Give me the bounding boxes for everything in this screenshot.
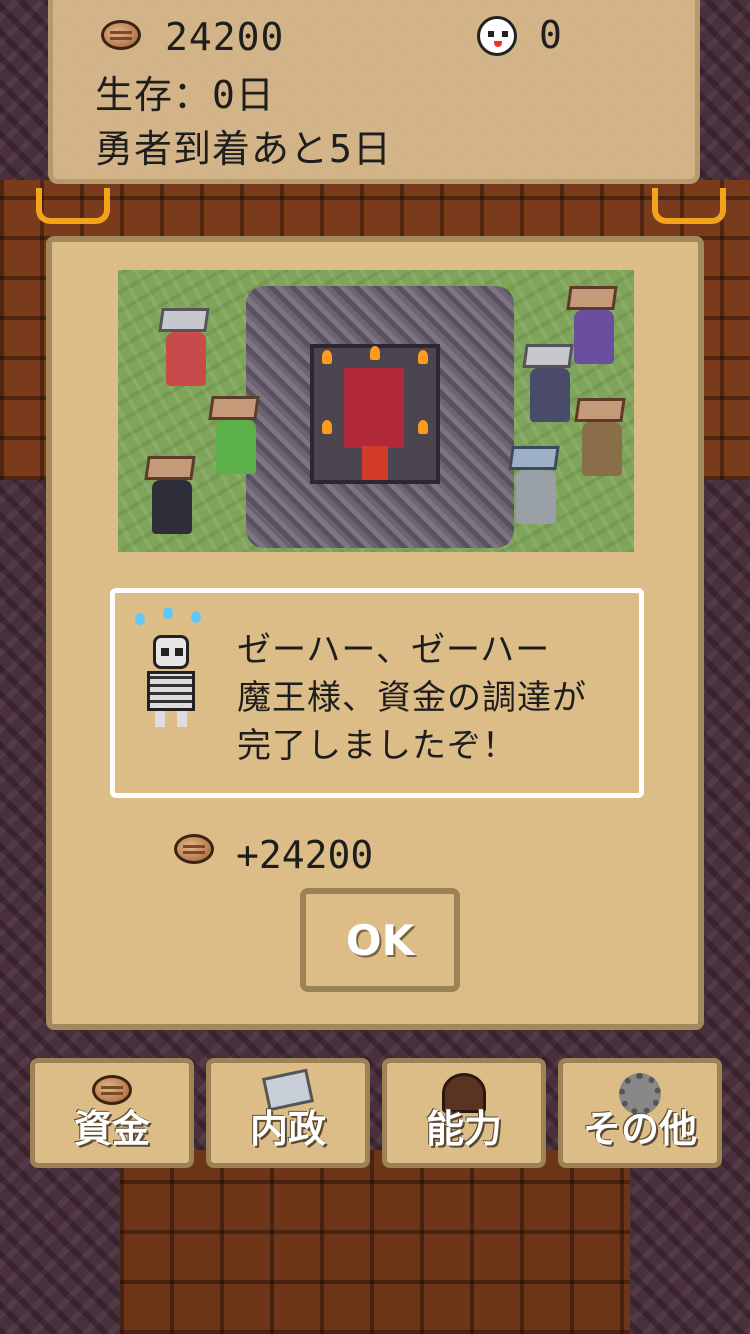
flame-icon	[418, 350, 428, 364]
skeleton-advisor-icon	[139, 635, 203, 727]
demon-castle	[310, 344, 440, 484]
menu-domestic-label: 内政	[249, 1107, 326, 1151]
slime-minion	[208, 396, 260, 474]
menu-other-button[interactable]: その他	[558, 1058, 722, 1168]
red-dragon-minion	[158, 308, 210, 386]
status-panel: 24200 0 生存：0日 勇者到着あと5日	[48, 0, 700, 184]
sweat-drop-icon	[135, 613, 145, 625]
reward-coin-icon	[174, 834, 214, 864]
wizard-minion	[566, 286, 618, 364]
menu-funds-button[interactable]: 資金	[30, 1058, 194, 1168]
money-value: 24200	[165, 15, 285, 59]
warrior-minion	[574, 398, 626, 476]
coin-icon	[101, 20, 141, 50]
menu-ability-label: 能力	[425, 1107, 502, 1151]
message-line-2: 魔王様、資金の調達が	[237, 678, 587, 718]
result-dialog: ゼーハー、ゼーハー 魔王様、資金の調達が 完了しましたぞ！ +24200 OK	[46, 236, 704, 1030]
menu-funds-label: 資金	[73, 1107, 150, 1151]
reward-amount: +24200	[236, 833, 374, 877]
crow-minion	[144, 456, 196, 534]
torch-right-icon	[652, 188, 726, 224]
survival-days: 生存：0日	[95, 73, 275, 117]
sweat-drop-icon	[191, 611, 201, 623]
flame-icon	[322, 350, 332, 364]
message-line-1: ゼーハー、ゼーハー	[237, 630, 551, 670]
hero-arrival-countdown: 勇者到着あと5日	[95, 127, 392, 171]
menu-ability-button[interactable]: 能力	[382, 1058, 546, 1168]
flame-icon	[370, 346, 380, 360]
menu-domestic-button[interactable]: 内政	[206, 1058, 370, 1168]
knight-minion	[508, 446, 560, 524]
message-line-3: 完了しましたぞ！	[237, 726, 517, 766]
carpet	[120, 1150, 630, 1334]
torch-left-icon	[36, 188, 110, 224]
souls-value: 0	[539, 13, 563, 57]
sweat-drop-icon	[163, 607, 173, 619]
menu-other-label: その他	[582, 1107, 697, 1151]
soul-icon	[477, 16, 517, 56]
ok-button[interactable]: OK	[300, 888, 460, 992]
flame-icon	[418, 420, 428, 434]
castle-scene-image	[118, 270, 634, 552]
flame-icon	[322, 420, 332, 434]
message-box: ゼーハー、ゼーハー 魔王様、資金の調達が 完了しましたぞ！	[110, 588, 644, 798]
ghost-minion	[522, 344, 574, 422]
